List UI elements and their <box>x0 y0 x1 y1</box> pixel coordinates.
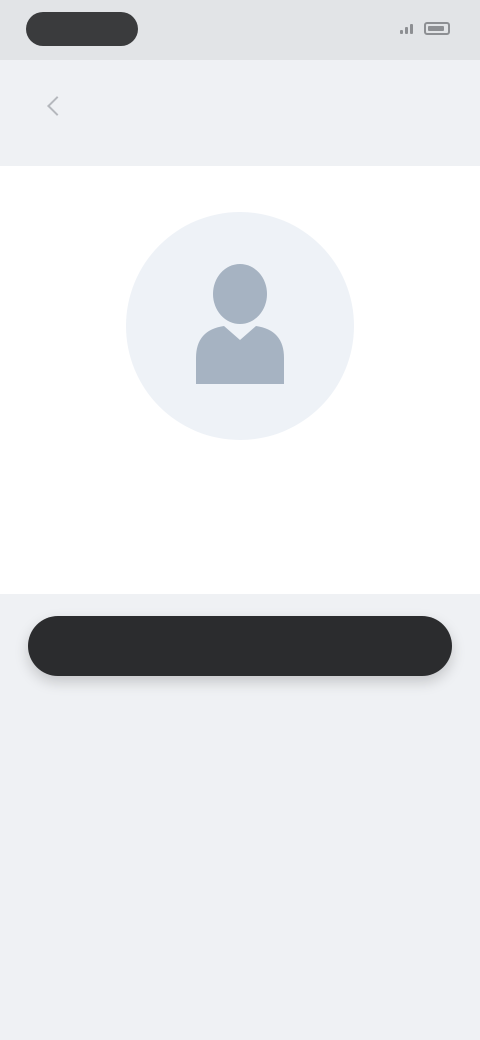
chevron-left-icon <box>47 96 67 116</box>
page-title <box>140 94 340 118</box>
card-description <box>70 512 410 556</box>
signal-icon <box>400 22 418 34</box>
primary-action-button[interactable] <box>28 616 452 676</box>
status-time <box>26 12 138 46</box>
status-icons <box>390 18 450 38</box>
status-bar <box>0 0 480 60</box>
person-icon <box>196 264 284 384</box>
back-button[interactable] <box>36 88 72 124</box>
screen <box>0 0 480 1040</box>
secondary-link[interactable] <box>120 700 360 722</box>
battery-icon <box>424 21 450 35</box>
content-card <box>0 166 480 594</box>
card-title <box>40 480 440 502</box>
header <box>0 60 480 152</box>
